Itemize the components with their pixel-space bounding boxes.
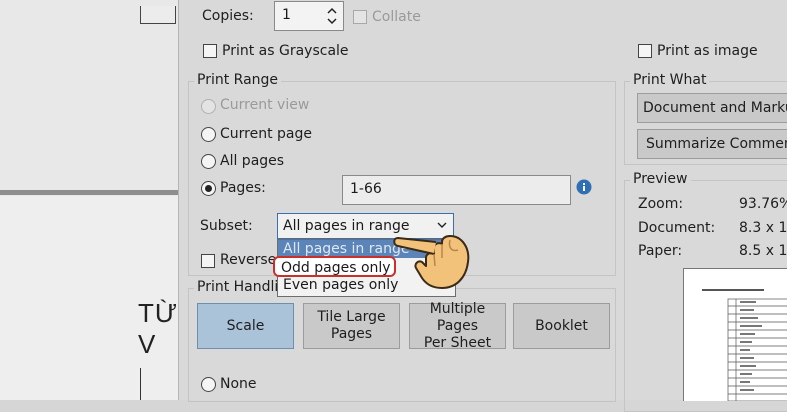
collate-label: Collate <box>372 9 421 25</box>
paper-size-value: 8.5 x 11 <box>739 243 787 259</box>
preview-page-thumbnail <box>683 268 787 401</box>
multiple-button-line-1: Multiple Pages <box>429 300 486 334</box>
document-line <box>140 368 141 400</box>
zoom-label: Zoom: <box>638 196 684 212</box>
background-document: TỪ V <box>0 0 178 400</box>
current-view-label: Current view <box>220 97 310 113</box>
print-as-image-label: Print as image <box>657 43 758 59</box>
none-radio[interactable] <box>201 377 216 392</box>
print-range-title: Print Range <box>194 72 282 88</box>
tile-large-pages-button[interactable]: Tile Large Pages <box>303 303 400 349</box>
reverse-label: Reverse <box>220 252 277 268</box>
summarize-comments-label: Summarize Comments <box>646 135 787 152</box>
pages-input[interactable]: 1-66 <box>342 175 571 205</box>
pages-value: 1-66 <box>350 181 382 197</box>
odd-pages-highlight[interactable]: Odd pages only <box>273 256 396 277</box>
tile-button-line-1: Tile Large <box>317 309 386 325</box>
print-what-select[interactable]: Document and Markup <box>637 93 787 123</box>
page-divider <box>0 190 178 195</box>
preview-title: Preview <box>630 171 691 187</box>
document-heading: TỪ V <box>138 298 179 359</box>
print-as-image-checkbox[interactable] <box>638 44 652 58</box>
copies-value: 1 <box>282 7 291 23</box>
current-page-label: Current page <box>220 126 312 142</box>
multiple-button-line-2: Per Sheet <box>423 334 492 351</box>
print-what-value: Document and Markup <box>643 99 787 116</box>
print-what-title: Print What <box>630 72 710 88</box>
none-label: None <box>220 376 257 392</box>
reverse-checkbox[interactable] <box>201 254 215 268</box>
document-size-value: 8.3 x 11 <box>739 220 787 236</box>
booklet-button[interactable]: Booklet <box>513 303 610 349</box>
print-handling-title: Print Handlin <box>194 279 278 295</box>
scale-button-label: Scale <box>226 317 265 334</box>
page-edge <box>140 6 176 24</box>
grayscale-label: Print as Grayscale <box>222 43 349 59</box>
collate-checkbox[interactable] <box>353 10 367 24</box>
copies-label: Copies: <box>202 8 254 24</box>
all-pages-label: All pages <box>220 153 285 169</box>
all-pages-radio[interactable] <box>201 154 216 169</box>
info-icon[interactable] <box>576 179 592 195</box>
copies-stepper[interactable] <box>322 3 342 29</box>
current-page-radio[interactable] <box>201 127 216 142</box>
pages-label: Pages: <box>220 180 266 196</box>
pointing-hand-icon <box>390 218 476 296</box>
grayscale-checkbox[interactable] <box>203 44 217 58</box>
odd-pages-highlight-label: Odd pages only <box>281 260 391 276</box>
stepper-arrows-icon <box>327 7 337 25</box>
multiple-pages-button[interactable]: Multiple Pages Per Sheet <box>409 300 506 351</box>
booklet-button-label: Booklet <box>535 317 588 334</box>
zoom-value: 93.76% <box>739 196 787 212</box>
current-view-radio[interactable] <box>201 99 216 114</box>
document-size-label: Document: <box>638 220 716 236</box>
paper-size-label: Paper: <box>638 243 683 259</box>
subset-label: Subset: <box>200 218 253 234</box>
scale-button[interactable]: Scale <box>197 303 294 349</box>
tile-button-line-2: Pages <box>330 326 373 342</box>
summarize-comments-button[interactable]: Summarize Comments <box>637 129 787 159</box>
pages-radio[interactable] <box>201 181 216 196</box>
